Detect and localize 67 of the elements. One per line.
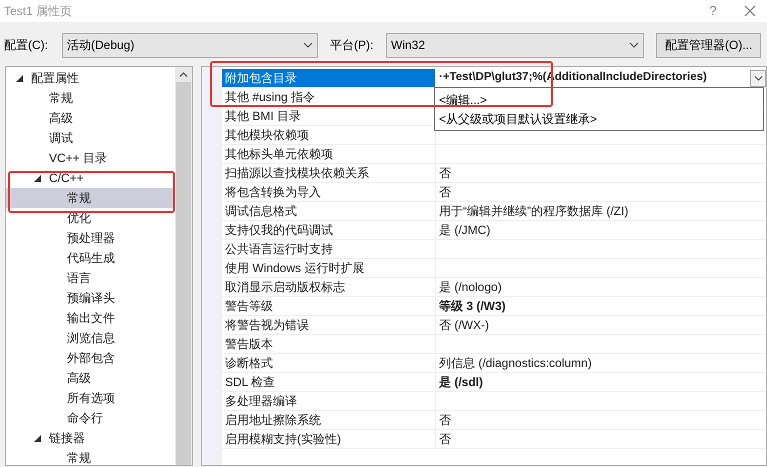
property-name[interactable]: 诊断格式 — [222, 354, 436, 372]
expanded-triangle-icon[interactable] — [16, 74, 23, 82]
expanded-triangle-icon[interactable] — [34, 434, 41, 442]
property-name[interactable]: 将警告视为错误 — [222, 316, 436, 334]
expanded-triangle-icon[interactable] — [34, 174, 41, 182]
tree-item[interactable]: 高级 — [49, 108, 73, 128]
chevron-down-icon — [629, 42, 639, 48]
property-value: 列信息 (/diagnostics:column) — [439, 355, 592, 372]
property-name[interactable]: 使用 Windows 运行时扩展 — [222, 259, 436, 277]
property-name[interactable]: 调试信息格式 — [222, 202, 436, 220]
tree-item[interactable]: 高级 — [67, 368, 91, 388]
property-name[interactable]: 多处理器编译 — [222, 392, 436, 410]
close-button[interactable] — [743, 4, 757, 18]
scroll-up-icon — [179, 72, 188, 77]
property-value: 否 — [439, 184, 451, 201]
tree-item[interactable]: 所有选项 — [67, 388, 115, 408]
property-name[interactable]: SDL 检查 — [222, 373, 436, 391]
platform-dropdown[interactable]: Win32 — [386, 32, 644, 58]
config-manager-button[interactable]: 配置管理器(O)... — [656, 32, 762, 58]
property-name[interactable]: 将包含转换为导入 — [222, 183, 436, 201]
property-name[interactable]: 附加包含目录 — [222, 69, 436, 87]
property-name[interactable]: 警告版本 — [222, 335, 436, 353]
close-icon — [743, 4, 757, 18]
config-label: 配置(C): — [4, 37, 49, 54]
property-value: 否 — [439, 431, 451, 448]
property-name[interactable]: 启用地址擦除系统 — [222, 411, 436, 429]
platform-label: 平台(P): — [330, 37, 374, 54]
property-name[interactable]: 其他标头单元依赖项 — [222, 145, 436, 163]
tree-item[interactable]: 优化 — [67, 208, 91, 228]
property-name[interactable]: 扫描源以查找模块依赖关系 — [222, 164, 436, 182]
chevron-down-icon — [303, 42, 313, 48]
property-name[interactable]: 取消显示启动版权标志 — [222, 278, 436, 296]
property-value: 否 (/WX-) — [439, 317, 489, 334]
tree-item[interactable]: 配置属性 — [31, 68, 79, 88]
tree-item[interactable]: 常规 — [49, 88, 73, 108]
tree-item[interactable]: 代码生成 — [67, 248, 115, 268]
tree-item[interactable]: 常规 — [67, 448, 91, 467]
property-value: 等级 3 (/W3) — [439, 298, 506, 315]
dropdown-button[interactable] — [750, 70, 766, 86]
tree-item[interactable]: 外部包含 — [67, 348, 115, 368]
tree-item[interactable]: VC++ 目录 — [49, 148, 108, 168]
property-value: 是 (/JMC) — [439, 222, 490, 239]
tree-item[interactable]: 浏览信息 — [67, 328, 115, 348]
scrollbar[interactable] — [175, 67, 192, 465]
property-name[interactable]: 支持仅我的代码调试 — [222, 221, 436, 239]
tree-item[interactable]: 输出文件 — [67, 308, 115, 328]
dropdown-option[interactable]: <从父级或项目默认设置继承> — [435, 109, 763, 128]
tree-item[interactable]: 预编译头 — [67, 288, 115, 308]
tree-item[interactable]: 调试 — [49, 128, 73, 148]
property-value: 否 — [439, 412, 451, 429]
tree-item[interactable]: 语言 — [67, 268, 91, 288]
help-button[interactable]: ? — [703, 1, 723, 21]
property-name[interactable]: 公共语言运行时支持 — [222, 240, 436, 258]
property-name[interactable]: 警告等级 — [222, 297, 436, 315]
property-name[interactable]: 启用模糊支持(实验性) — [222, 430, 436, 448]
tree-item[interactable]: 预处理器 — [67, 228, 115, 248]
config-dropdown[interactable]: 活动(Debug) — [62, 32, 318, 58]
dropdown-option[interactable]: <编辑...> — [435, 90, 763, 109]
tree-item[interactable]: 命令行 — [67, 408, 103, 428]
property-value: 是 (/nologo) — [439, 279, 502, 296]
chevron-down-icon — [754, 76, 762, 80]
property-value: 否 — [439, 165, 451, 182]
window-title: Test1 属性页 — [4, 3, 72, 20]
tree-item[interactable]: 链接器 — [49, 428, 85, 448]
property-value: 用于“编辑并继续”的程序数据库 (/ZI) — [439, 203, 628, 220]
tree-item[interactable]: C/C++ — [49, 168, 84, 188]
property-value: 是 (/sdl) — [439, 374, 483, 391]
